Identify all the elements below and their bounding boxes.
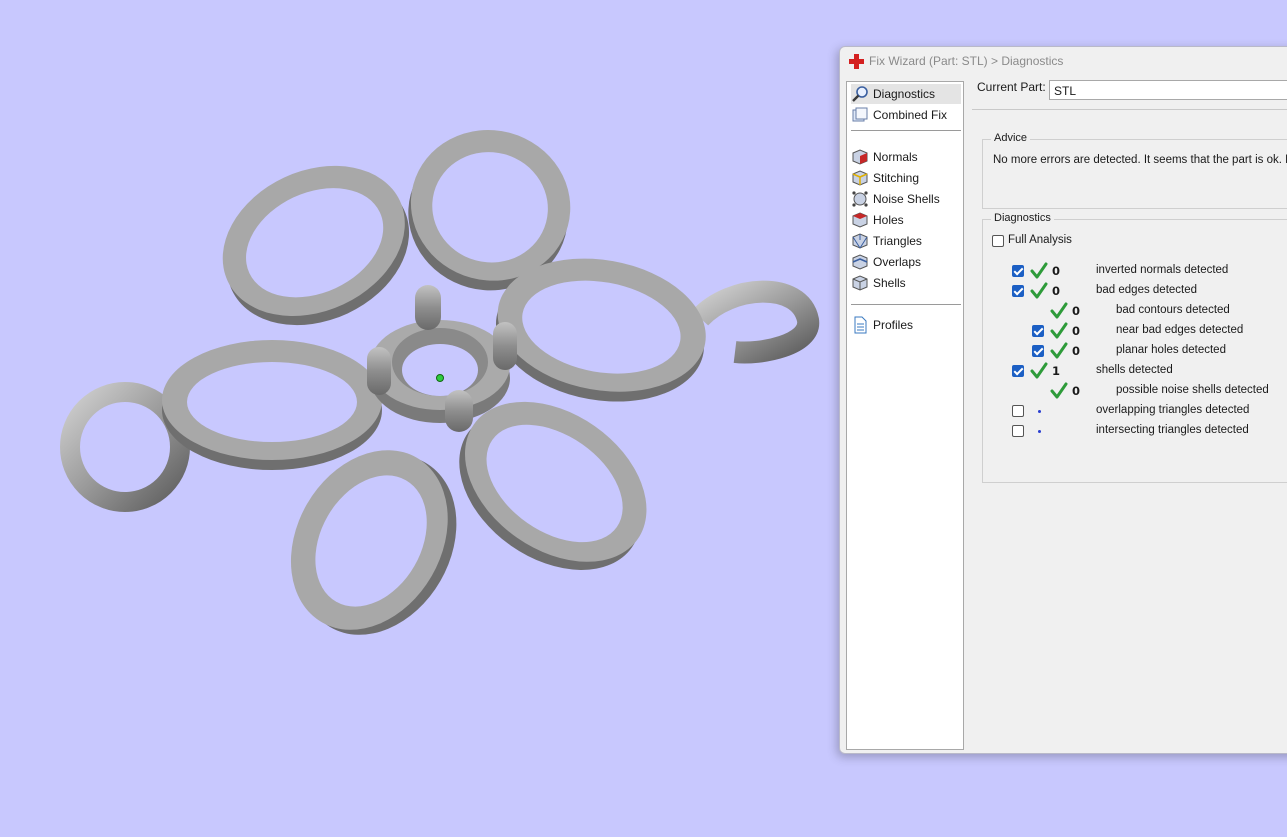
window-title: Fix Wizard (Part: STL) > Diagnostics bbox=[869, 54, 1064, 68]
intersecting-triangles-label: intersecting triangles detected bbox=[1096, 424, 1249, 436]
check-icon bbox=[1050, 342, 1068, 359]
check-icon bbox=[1050, 302, 1068, 319]
bad-edges-count: 0 bbox=[1052, 284, 1061, 298]
inverted-normals-checkbox[interactable] bbox=[1012, 265, 1024, 277]
nav-label: Stitching bbox=[873, 171, 920, 185]
nav-item-stitching[interactable]: Stitching bbox=[851, 168, 961, 188]
near-bad-edges-count: 0 bbox=[1072, 324, 1081, 338]
pending-dot bbox=[1038, 430, 1041, 433]
normals-cube-icon bbox=[852, 149, 868, 165]
nav-label: Triangles bbox=[873, 234, 922, 248]
nav-item-overlaps[interactable]: Overlaps bbox=[851, 252, 961, 272]
current-part-field[interactable]: STL bbox=[1049, 80, 1287, 100]
planar-holes-label: planar holes detected bbox=[1116, 344, 1226, 356]
nav-separator bbox=[851, 130, 961, 131]
check-icon bbox=[1030, 362, 1048, 379]
nav-label: Holes bbox=[873, 213, 904, 227]
title-bar[interactable]: Fix Wizard (Part: STL) > Diagnostics bbox=[840, 47, 1287, 75]
nav-label: Diagnostics bbox=[873, 87, 936, 101]
right-loop bbox=[691, 280, 820, 364]
planar-holes-checkbox[interactable] bbox=[1032, 345, 1044, 357]
diagnostics-group: Diagnostics Full Analysis 0 inverted nor… bbox=[982, 212, 1287, 483]
magnifier-icon bbox=[852, 86, 868, 102]
bad-edges-label: bad edges detected bbox=[1096, 284, 1198, 296]
advice-title: Advice bbox=[991, 132, 1031, 144]
overlaps-cube-icon bbox=[852, 254, 868, 270]
shells-count: 1 bbox=[1052, 364, 1061, 378]
check-icon bbox=[1050, 322, 1068, 339]
bad-contours-count: 0 bbox=[1072, 304, 1081, 318]
document-icon bbox=[854, 316, 867, 334]
nav-label: Shells bbox=[873, 276, 906, 290]
fix-wizard-nav: Diagnostics Combined Fix Normals Stitchi… bbox=[846, 81, 964, 750]
triangles-cube-icon bbox=[852, 233, 868, 249]
nav-item-holes[interactable]: Holes bbox=[851, 210, 961, 230]
header-separator bbox=[972, 109, 1287, 110]
check-icon bbox=[1030, 282, 1048, 299]
stitching-cube-icon bbox=[852, 170, 868, 186]
full-analysis-label: Full Analysis bbox=[1008, 234, 1072, 246]
current-part-label: Current Part: bbox=[977, 80, 1046, 94]
near-bad-edges-label: near bad edges detected bbox=[1116, 324, 1244, 336]
nav-label: Combined Fix bbox=[873, 108, 948, 122]
nav-item-triangles[interactable]: Triangles bbox=[851, 231, 961, 251]
nav-item-profiles[interactable]: Profiles bbox=[851, 315, 961, 335]
inverted-normals-label: inverted normals detected bbox=[1096, 264, 1229, 276]
nav-item-diagnostics[interactable]: Diagnostics bbox=[851, 84, 961, 104]
combined-fix-icon bbox=[852, 107, 868, 122]
nav-label: Profiles bbox=[873, 318, 914, 332]
nav-label: Noise Shells bbox=[873, 192, 940, 206]
advice-text: No more errors are detected. It seems th… bbox=[993, 154, 1287, 166]
intersecting-triangles-checkbox[interactable] bbox=[1012, 425, 1024, 437]
nav-item-shells[interactable]: Shells bbox=[851, 273, 961, 293]
noise-shells-label: possible noise shells detected bbox=[1116, 384, 1269, 396]
planar-holes-count: 0 bbox=[1072, 344, 1081, 358]
inverted-normals-count: 0 bbox=[1052, 264, 1061, 278]
diagnostics-title: Diagnostics bbox=[991, 212, 1054, 224]
check-icon bbox=[1030, 262, 1048, 279]
bad-edges-checkbox[interactable] bbox=[1012, 285, 1024, 297]
flower-model[interactable] bbox=[0, 0, 840, 837]
overlapping-triangles-label: overlapping triangles detected bbox=[1096, 404, 1250, 416]
nav-item-normals[interactable]: Normals bbox=[851, 147, 961, 167]
noise-shells-count: 0 bbox=[1072, 384, 1081, 398]
pending-dot bbox=[1038, 410, 1041, 413]
bad-contours-label: bad contours detected bbox=[1116, 304, 1230, 316]
shells-cube-icon bbox=[852, 275, 868, 291]
nav-label: Overlaps bbox=[873, 255, 922, 269]
near-bad-edges-checkbox[interactable] bbox=[1032, 325, 1044, 337]
holes-cube-icon bbox=[852, 212, 868, 228]
nav-item-noise-shells[interactable]: Noise Shells bbox=[851, 189, 961, 209]
3d-viewport[interactable] bbox=[0, 0, 840, 837]
advice-group: Advice No more errors are detected. It s… bbox=[982, 132, 1287, 209]
nav-label: Normals bbox=[873, 150, 918, 164]
red-cross-icon bbox=[849, 54, 864, 69]
noise-shells-icon bbox=[852, 191, 868, 207]
fix-wizard-dialog: Fix Wizard (Part: STL) > Diagnostics Dia… bbox=[839, 46, 1287, 754]
overlapping-triangles-checkbox[interactable] bbox=[1012, 405, 1024, 417]
nav-item-combined-fix[interactable]: Combined Fix bbox=[851, 105, 961, 125]
shells-checkbox[interactable] bbox=[1012, 365, 1024, 377]
nav-separator bbox=[851, 304, 961, 305]
full-analysis-checkbox[interactable] bbox=[992, 235, 1004, 247]
shells-label: shells detected bbox=[1096, 364, 1173, 376]
check-icon bbox=[1050, 382, 1068, 399]
